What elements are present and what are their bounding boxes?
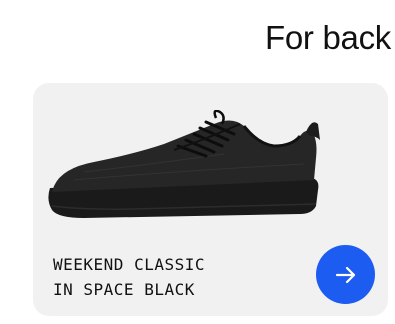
arrow-right-icon xyxy=(335,266,355,283)
sneaker-image xyxy=(48,110,320,218)
view-product-button[interactable] xyxy=(316,245,375,304)
section-heading: For back xyxy=(265,19,391,56)
product-name-line-1: WEEKEND CLASSIC xyxy=(53,255,205,274)
product-name: WEEKEND CLASSIC IN SPACE BLACK xyxy=(53,252,205,302)
product-name-line-2: IN SPACE BLACK xyxy=(53,280,195,299)
